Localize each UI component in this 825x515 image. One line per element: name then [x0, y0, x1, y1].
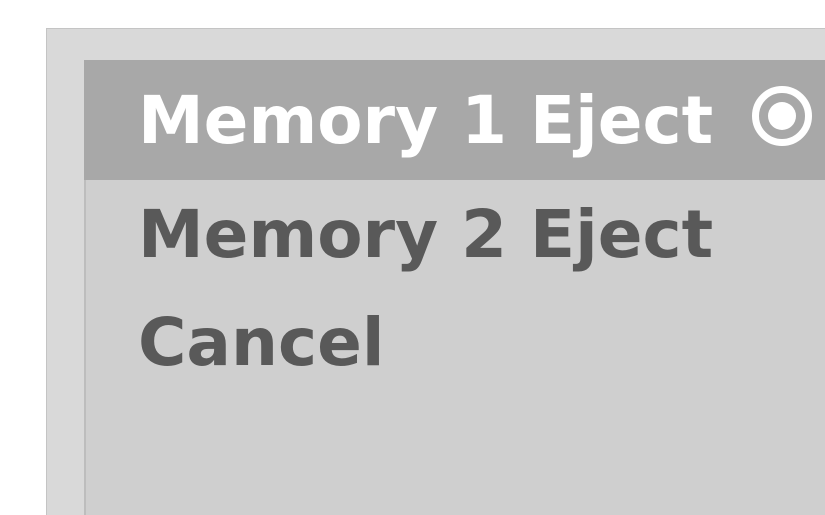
menu-item-cancel[interactable]: Cancel [84, 288, 825, 396]
menu-item-label: Cancel [138, 303, 385, 381]
menu-item-memory-1-eject[interactable]: Memory 1 Eject [84, 60, 825, 180]
menu-item-label: Memory 2 Eject [138, 195, 714, 273]
eject-menu-panel: Memory 1 Eject Memory 2 Eject Cancel [84, 60, 825, 515]
eject-menu: Memory 1 Eject Memory 2 Eject Cancel [84, 60, 825, 396]
radio-selected-icon [752, 86, 812, 146]
radio-dot [768, 102, 796, 130]
menu-item-label: Memory 1 Eject [138, 81, 714, 159]
menu-item-memory-2-eject[interactable]: Memory 2 Eject [84, 180, 825, 288]
